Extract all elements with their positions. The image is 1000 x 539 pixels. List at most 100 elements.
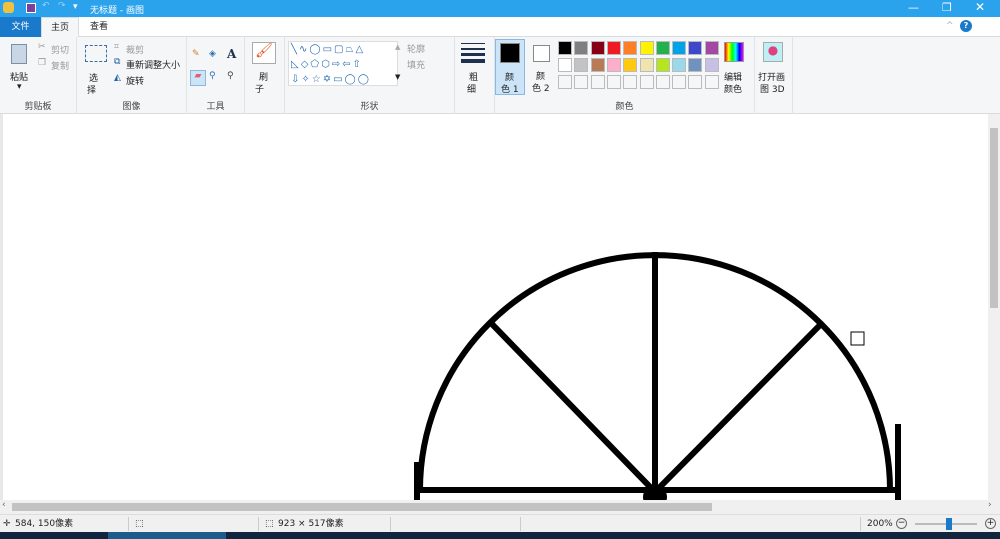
vertical-scrollbar[interactable] (988, 114, 1000, 500)
image-size: 923 × 517像素 (278, 519, 344, 529)
scroll-left-icon[interactable]: ‹ (2, 500, 6, 510)
horizontal-scrollbar[interactable]: ‹ › (0, 500, 1000, 514)
restore-button[interactable]: ❐ (942, 1, 952, 14)
scroll-up-icon[interactable]: ▲ (395, 43, 400, 51)
horizontal-scroll-thumb[interactable] (12, 503, 712, 511)
palette-swatch[interactable] (639, 58, 654, 72)
minimize-button[interactable]: — (908, 1, 919, 14)
zoom-in-button[interactable]: + (985, 518, 996, 529)
clipboard-group-label: 剪贴板 (24, 102, 52, 112)
ribbon: 粘贴 ▾ ✂ 剪切 ❐ 复制 剪贴板 选 择 ⌗ 裁剪 ⧉ 重新调整大小 ◭ 旋… (0, 37, 1000, 114)
scroll-right-icon[interactable]: › (988, 500, 992, 510)
palette-swatch[interactable] (558, 41, 572, 55)
custom-color-slot[interactable] (606, 75, 621, 89)
clipboard-icon (11, 44, 27, 64)
customize-quick-access-icon[interactable]: ▾ (73, 2, 78, 12)
drawing-canvas[interactable] (0, 114, 988, 500)
undo-icon[interactable]: ↶ (42, 1, 50, 11)
window-title: 无标题 - 画图 (90, 6, 144, 16)
edit-colors-label-2: 颜色 (724, 85, 743, 95)
help-icon[interactable]: ? (960, 20, 972, 32)
close-button[interactable]: ✕ (975, 0, 985, 14)
paint3d-icon: ● (763, 42, 783, 62)
ribbon-tabs: 文件 主页 查看 ^ ? (0, 17, 1000, 38)
taskbar (0, 532, 1000, 539)
save-icon[interactable] (26, 3, 36, 13)
palette-swatch[interactable] (606, 58, 621, 72)
zoom-out-button[interactable]: − (896, 518, 907, 529)
status-bar: ✛ 584, 150像素 ⬚ ⬚ 923 × 517像素 200% − + (0, 514, 1000, 532)
resize-button[interactable]: 重新调整大小 (126, 58, 180, 71)
zoom-slider-thumb[interactable] (946, 518, 952, 530)
palette-swatch[interactable] (655, 58, 670, 72)
brush-icon: 🖌 (252, 42, 276, 64)
shapes-group: ╲∿◯▭▢⏢△ ◺◇⬠⬡⇨⇦⇧ ⇩✧☆✡▭◯◯ ▲ ▼ 轮廓 填充 形状 (285, 37, 455, 114)
outline-button[interactable]: 轮廓 (407, 42, 425, 55)
title-bar: ↶ ↷ ▾ 无标题 - 画图 — ❐ ✕ (0, 0, 1000, 17)
copy-button[interactable]: 复制 (51, 59, 69, 72)
image-group-label: 图像 (122, 102, 141, 112)
custom-color-slot[interactable] (590, 75, 605, 89)
custom-color-slot[interactable] (623, 75, 638, 89)
fill-bucket-icon[interactable]: ◈ (209, 49, 216, 59)
palette-swatch[interactable] (590, 58, 605, 72)
expand-gallery-icon[interactable]: ▼ (395, 73, 400, 81)
cursor-position: 584, 150像素 (15, 519, 74, 529)
vertical-scroll-thumb[interactable] (990, 128, 998, 308)
custom-color-slot[interactable] (639, 75, 654, 89)
palette-swatch[interactable] (574, 41, 589, 55)
crop-button[interactable]: 裁剪 (126, 43, 144, 56)
palette-swatch[interactable] (672, 41, 687, 55)
fill-button[interactable]: 填充 (407, 58, 425, 71)
rotate-button[interactable]: 旋转 (126, 74, 144, 87)
tab-view[interactable]: 查看 (79, 17, 119, 37)
color1-button[interactable]: 颜 色 1 (495, 39, 525, 95)
palette-swatch[interactable] (623, 58, 638, 72)
palette-swatch[interactable] (672, 58, 687, 72)
tab-home[interactable]: 主页 (41, 17, 79, 38)
color2-button[interactable]: 颜 色 2 (527, 39, 555, 95)
magnifier-icon[interactable]: ⚲ (227, 71, 234, 81)
custom-color-slot[interactable] (704, 75, 719, 89)
tab-file[interactable]: 文件 (0, 17, 41, 37)
color2-label-2: 色 2 (532, 84, 550, 94)
tools-group-label: 工具 (206, 102, 225, 112)
text-tool-icon[interactable]: A (227, 47, 236, 61)
palette-swatch[interactable] (704, 41, 719, 55)
palette-swatch[interactable] (655, 41, 670, 55)
size-line (461, 48, 485, 50)
palette-swatch[interactable] (688, 58, 703, 72)
color-picker-icon[interactable]: ⚲ (209, 71, 216, 81)
paint-app-icon (3, 2, 14, 13)
brushes-group[interactable]: 🖌 刷 子 (245, 37, 285, 114)
custom-color-slot[interactable] (655, 75, 670, 89)
palette-swatch[interactable] (590, 41, 605, 55)
canvas-area[interactable] (0, 114, 988, 500)
size-button[interactable]: 粗 细 (455, 37, 495, 114)
palette-swatch[interactable] (558, 58, 572, 72)
cut-button[interactable]: 剪切 (51, 43, 69, 56)
select-button[interactable]: 选 择 (81, 41, 109, 96)
paint3d-label-2: 图 3D (760, 85, 785, 95)
custom-color-slot[interactable] (574, 75, 589, 89)
palette-swatch[interactable] (574, 58, 589, 72)
resize-handle (850, 331, 865, 346)
brush-label-2: 子 (255, 85, 265, 95)
collapse-ribbon-icon[interactable]: ^ (946, 21, 954, 31)
palette-swatch[interactable] (606, 41, 621, 55)
palette-swatch[interactable] (688, 41, 703, 55)
shapes-gallery[interactable]: ╲∿◯▭▢⏢△ ◺◇⬠⬡⇨⇦⇧ ⇩✧☆✡▭◯◯ (288, 41, 398, 86)
edit-colors-icon[interactable] (724, 42, 744, 62)
pencil-icon[interactable]: ✎ (192, 49, 200, 59)
taskbar-active-app[interactable] (108, 532, 226, 539)
custom-color-slot[interactable] (558, 75, 572, 89)
palette-swatch[interactable] (704, 58, 719, 72)
paste-button[interactable]: 粘贴 ▾ (4, 40, 36, 92)
palette-swatch[interactable] (623, 41, 638, 55)
paint3d-button[interactable]: ● 打开画 图 3D (755, 37, 793, 114)
custom-color-slot[interactable] (688, 75, 703, 89)
redo-icon[interactable]: ↷ (58, 1, 66, 11)
custom-color-slot[interactable] (672, 75, 687, 89)
eraser-icon[interactable]: ▰ (190, 70, 206, 86)
palette-swatch[interactable] (639, 41, 654, 55)
